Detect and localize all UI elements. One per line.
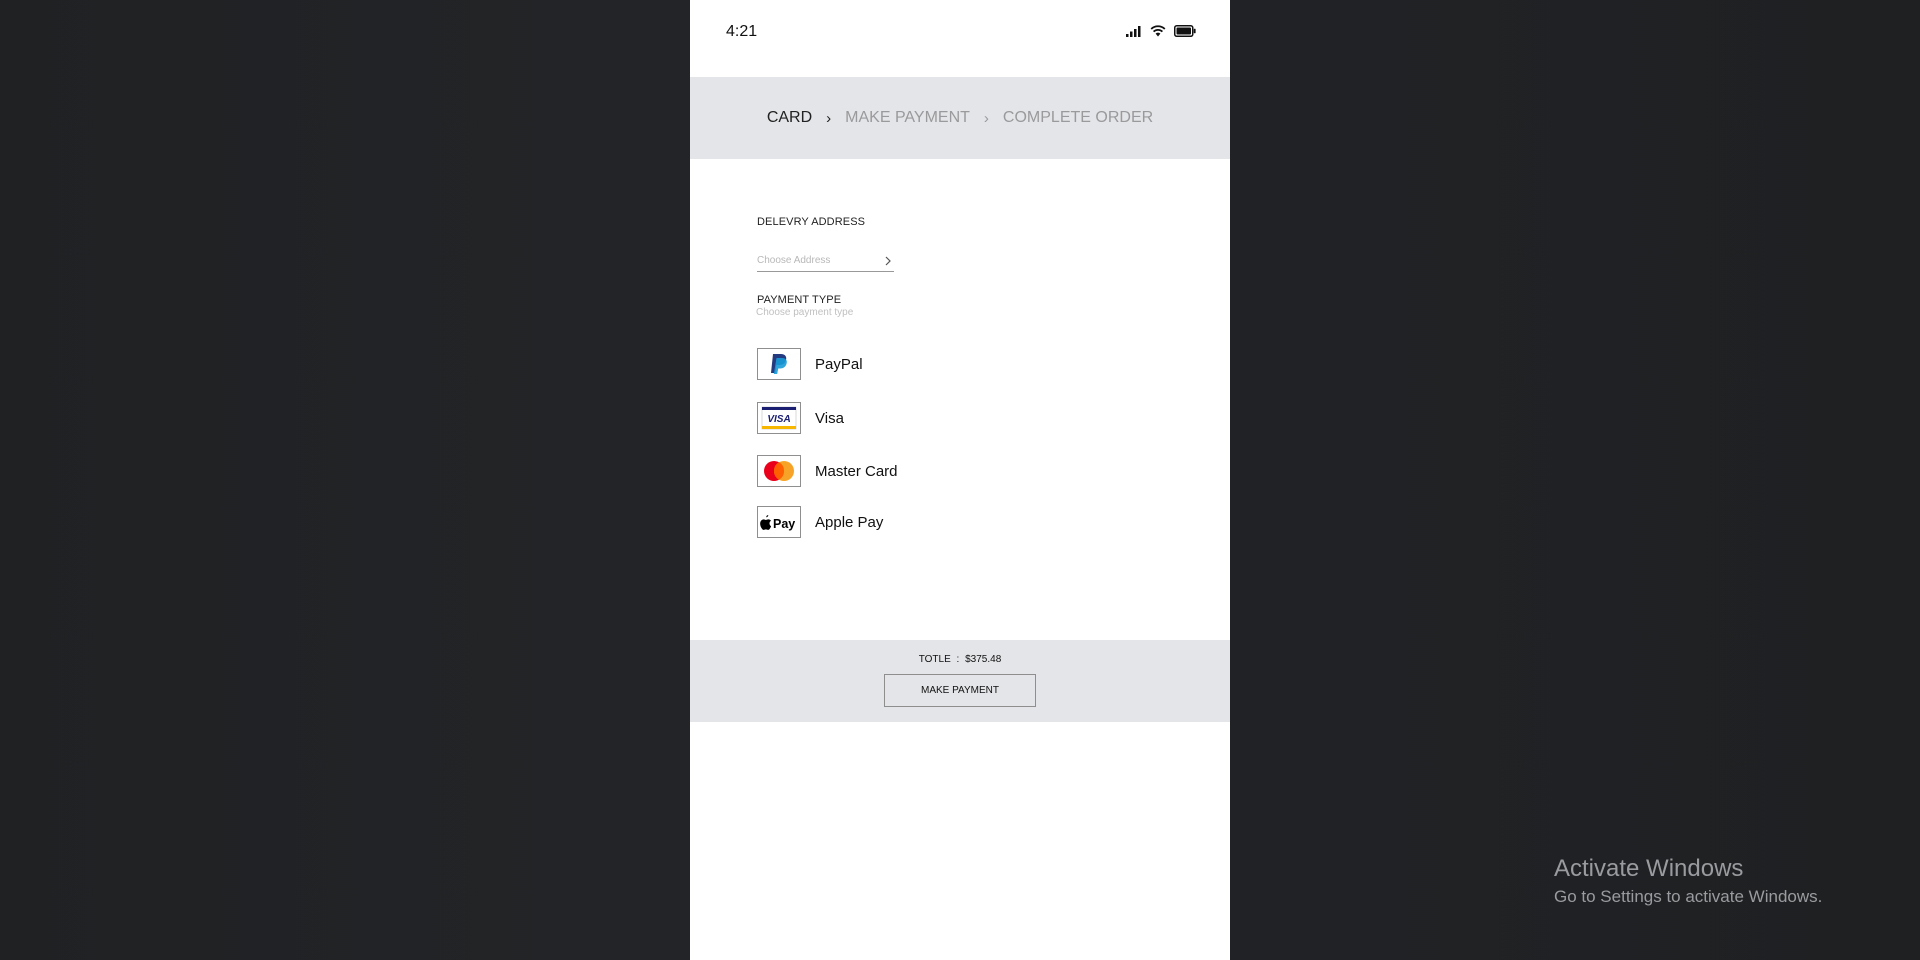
total-value: $375.48 <box>965 654 1002 665</box>
order-footer: TOTLE : $375.48 MAKE PAYMENT <box>690 640 1230 722</box>
step-card[interactable]: CARD <box>767 109 812 127</box>
total-separator: : <box>956 654 960 665</box>
watermark-subtitle: Go to Settings to activate Windows. <box>1554 887 1823 906</box>
watermark-title: Activate Windows <box>1554 855 1744 882</box>
payment-option-paypal[interactable]: PayPal <box>757 347 863 381</box>
phone-screen: 4:21 CARD › MAKE PAYMENT › COMPLETE ORDE… <box>690 0 1230 960</box>
mastercard-icon <box>757 455 801 487</box>
step-complete-order[interactable]: COMPLETE ORDER <box>1003 109 1153 127</box>
step-separator: › <box>983 109 989 127</box>
svg-text:Pay: Pay <box>773 517 795 531</box>
total-label: TOTLE <box>918 654 951 665</box>
payment-type-title: PAYMENT TYPE <box>757 294 842 306</box>
status-icons <box>1126 24 1196 42</box>
paypal-icon <box>757 348 801 380</box>
battery-icon <box>1174 24 1196 42</box>
address-placeholder: Choose Address <box>757 255 831 266</box>
payment-type-hint: Choose payment type <box>756 307 854 318</box>
signal-icon <box>1126 24 1142 42</box>
make-payment-button[interactable]: MAKE PAYMENT <box>884 674 1036 707</box>
choose-address-field[interactable]: Choose Address <box>757 254 894 272</box>
order-total: TOTLE : $375.48 <box>690 654 1230 665</box>
delivery-address-title: DELEVRY ADDRESS <box>757 216 866 228</box>
payment-option-label: PayPal <box>815 355 863 373</box>
status-bar: 4:21 <box>690 0 1230 66</box>
payment-option-visa[interactable]: VISA Visa <box>757 401 844 435</box>
visa-icon: VISA <box>757 402 801 434</box>
apple-pay-icon: Pay <box>757 506 801 538</box>
windows-activation-watermark: Activate Windows Go to Settings to activ… <box>1554 855 1822 907</box>
payment-option-label: Visa <box>815 409 844 427</box>
status-time: 4:21 <box>726 23 758 40</box>
payment-option-label: Apple Pay <box>815 513 884 531</box>
checkout-stepper: CARD › MAKE PAYMENT › COMPLETE ORDER <box>690 77 1230 159</box>
svg-text:VISA: VISA <box>767 414 790 425</box>
step-make-payment[interactable]: MAKE PAYMENT <box>845 109 970 127</box>
payment-option-label: Master Card <box>815 462 898 480</box>
payment-option-apple-pay[interactable]: Pay Apple Pay <box>757 505 883 539</box>
step-separator: › <box>826 109 832 127</box>
chevron-right-icon <box>884 254 892 272</box>
wifi-icon <box>1150 24 1166 42</box>
payment-option-mastercard[interactable]: Master Card <box>757 454 898 488</box>
